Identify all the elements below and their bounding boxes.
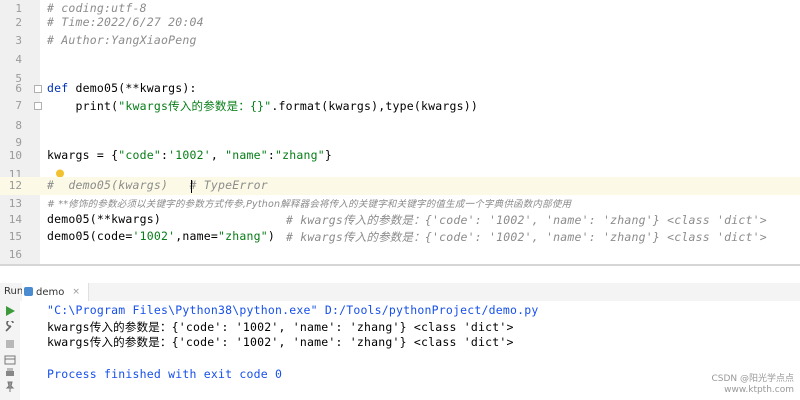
python-file-icon xyxy=(24,287,33,296)
code-line[interactable]: 2 # Time:2022/6/27 20:04 xyxy=(0,14,800,32)
tab-demo[interactable]: demo × xyxy=(22,283,89,301)
code-editor[interactable]: 1 # coding:utf-8 2 # Time:2022/6/27 20:0… xyxy=(0,0,800,264)
code-line[interactable]: 7 print("kwargs传入的参数是：{}".format(kwargs)… xyxy=(0,97,800,115)
string-literal: "code" xyxy=(118,148,161,162)
layout-icon[interactable] xyxy=(4,354,16,366)
console-output-line: kwargs传入的参数是：{'code': '1002', 'name': 'z… xyxy=(47,335,514,349)
code-text: .format(kwargs),type(kwargs)) xyxy=(271,99,478,113)
stop-icon[interactable] xyxy=(4,338,16,350)
string-literal: '1002' xyxy=(168,148,211,162)
line-number: 3 xyxy=(15,34,22,47)
code-text: # Time:2022/6/27 20:04 xyxy=(47,15,204,29)
fold-icon[interactable] xyxy=(34,85,42,93)
console-exit-message: Process finished with exit code 0 xyxy=(47,367,283,381)
line-number: 16 xyxy=(8,248,22,261)
console-output-line: kwargs传入的参数是：{'code': '1002', 'name': 'z… xyxy=(47,320,514,334)
code-text: kwargs = { xyxy=(47,148,119,162)
print-icon[interactable] xyxy=(4,367,16,379)
code-text: } xyxy=(324,148,332,162)
line-number: 14 xyxy=(8,213,22,226)
inline-comment: # kwargs传入的参数是：{'code': '1002', 'name': … xyxy=(286,230,767,244)
string-literal: "zhang" xyxy=(275,148,325,162)
code-text: ,name= xyxy=(175,229,218,243)
text-cursor xyxy=(191,180,192,193)
wrench-icon[interactable] xyxy=(4,321,16,333)
string-literal: "name" xyxy=(225,148,268,162)
line-number: 10 xyxy=(8,149,22,162)
inline-comment: # kwargs传入的参数是：{'code': '1002', 'name': … xyxy=(286,213,767,227)
watermark-line: CSDN @阳光学点点 xyxy=(711,374,794,384)
code-text: # coding:utf-8 xyxy=(47,1,147,15)
code-text: print( xyxy=(47,99,119,113)
code-line-current[interactable]: 12 # demo05(kwargs) # TypeError xyxy=(0,177,800,195)
code-text: demo05(**kwargs) xyxy=(47,212,161,226)
string-literal: '1002' xyxy=(132,229,176,243)
code-line[interactable]: 14 demo05(**kwargs) # kwargs传入的参数是：{'cod… xyxy=(0,211,800,229)
run-console[interactable]: "C:\Program Files\Python38\python.exe" D… xyxy=(20,301,800,400)
code-line[interactable]: 10 kwargs = {"code":'1002', "name":"zhan… xyxy=(0,147,800,165)
string-literal: "zhang" xyxy=(217,229,268,243)
line-number: 15 xyxy=(8,230,22,243)
watermark-line: www.ktpth.com xyxy=(724,385,794,395)
line-number: 2 xyxy=(15,16,22,29)
run-tool-window-header: Run: demo × xyxy=(0,283,800,302)
code-text: # demo05(kwargs) # TypeError xyxy=(47,178,268,192)
run-toolbar xyxy=(0,301,21,400)
console-command: "C:\Program Files\Python38\python.exe" D… xyxy=(47,303,539,317)
code-text: : xyxy=(267,148,275,162)
code-line[interactable]: 8 xyxy=(0,117,800,135)
line-number: 6 xyxy=(15,82,22,95)
code-line[interactable]: 4 xyxy=(0,51,800,69)
keyword: def xyxy=(47,81,69,95)
panel-divider[interactable] xyxy=(0,264,800,266)
code-text: , xyxy=(210,148,226,162)
line-number: 13 xyxy=(8,197,22,210)
line-number: 4 xyxy=(15,53,22,66)
code-line[interactable]: 15 demo05(code='1002',name="zhang") # kw… xyxy=(0,228,800,246)
code-line[interactable]: 3 # Author:YangXiaoPeng xyxy=(0,32,800,50)
code-text: # Author:YangXiaoPeng xyxy=(47,33,197,47)
watermark: CSDN @阳光学点点 www.ktpth.com xyxy=(711,374,794,396)
rerun-icon[interactable] xyxy=(4,305,16,317)
line-number: 8 xyxy=(15,119,22,132)
line-number: 12 xyxy=(8,179,22,192)
code-line[interactable]: 16 xyxy=(0,246,800,264)
close-icon[interactable]: × xyxy=(72,287,80,297)
code-line[interactable]: 6 def demo05(**kwargs): xyxy=(0,80,800,98)
string-literal: "kwargs传入的参数是：{}" xyxy=(118,99,272,113)
line-number: 7 xyxy=(15,99,22,112)
code-text: demo05(code= xyxy=(47,229,133,243)
code-text: # **修饰的参数必须以关键字的参数方式传参,Python解释器会将传入的关键字… xyxy=(47,199,572,210)
pin-icon[interactable] xyxy=(4,381,16,393)
tab-label: demo xyxy=(36,286,65,298)
code-text: ) xyxy=(267,229,275,243)
code-text: demo05(**kwargs): xyxy=(68,81,197,95)
fold-icon[interactable] xyxy=(34,102,42,110)
